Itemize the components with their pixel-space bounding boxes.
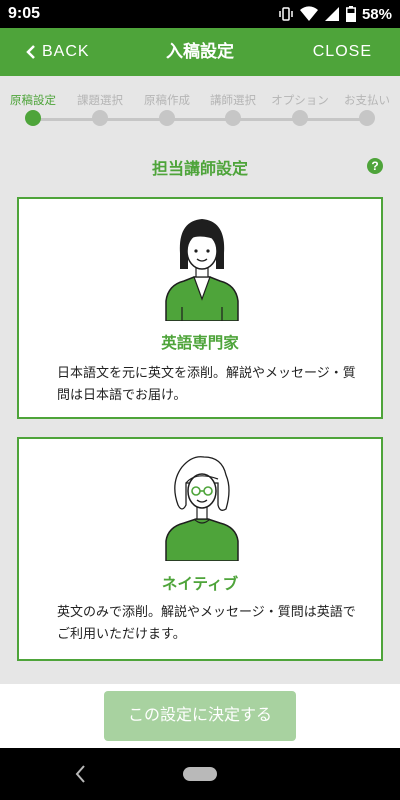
status-time: 9:05 [8,5,41,22]
option-card-native[interactable]: ネイティブ 英文のみで添削。解説やメッセージ・質問は英語でご利用いただけます。 [17,437,383,661]
battery-icon [345,6,356,22]
help-icon[interactable]: ? [367,158,383,174]
native-teacher-avatar [165,456,239,561]
wifi-icon [299,6,318,22]
signal-icon [324,7,339,21]
step-dot [25,110,41,126]
chevron-left-icon [26,45,35,59]
step-dot [292,110,308,126]
status-bar: 9:05 58% [0,0,400,28]
option-description: 英文のみで添削。解説やメッセージ・質問は英語でご利用いただけます。 [57,605,356,642]
app-bar: BACK 入稿設定 CLOSE [0,28,400,76]
status-icons: 58% [278,6,392,23]
step-dot [359,110,375,126]
close-button[interactable]: CLOSE [313,28,372,76]
vibrate-icon [279,7,293,21]
battery-percentage: 58% [361,5,392,23]
submit-button[interactable]: この設定に決定する [104,691,296,741]
back-button[interactable]: BACK [26,28,90,76]
step-dot [92,110,108,126]
option-title: 英語専門家 [161,334,239,352]
female-teacher-avatar [165,219,239,321]
step-label: お支払い [344,93,390,107]
option-card-english-expert[interactable]: 英語専門家 日本語文を元に英文を添削。解説やメッセージ・質問は日本語でお届け。 [17,197,383,419]
option-description: 日本語文を元に英文を添削。解説やメッセージ・質問は日本語でお届け。 [57,366,356,403]
section-title: 担当講師設定 [151,159,248,178]
step-dot [159,110,175,126]
bottom-action-area: この設定に決定する [0,684,400,748]
nav-back-icon[interactable] [74,762,88,786]
step-dot [225,110,241,126]
step-6: お支払い [327,76,400,126]
system-navigation-bar [0,748,400,800]
back-label: BACK [42,43,90,60]
step-line [33,118,367,121]
progress-steps: 原稿設定 課題選択 原稿作成 講師選択 オプション お支払い [0,76,400,136]
nav-home-pill[interactable] [183,767,217,781]
option-title: ネイティブ [161,575,239,593]
